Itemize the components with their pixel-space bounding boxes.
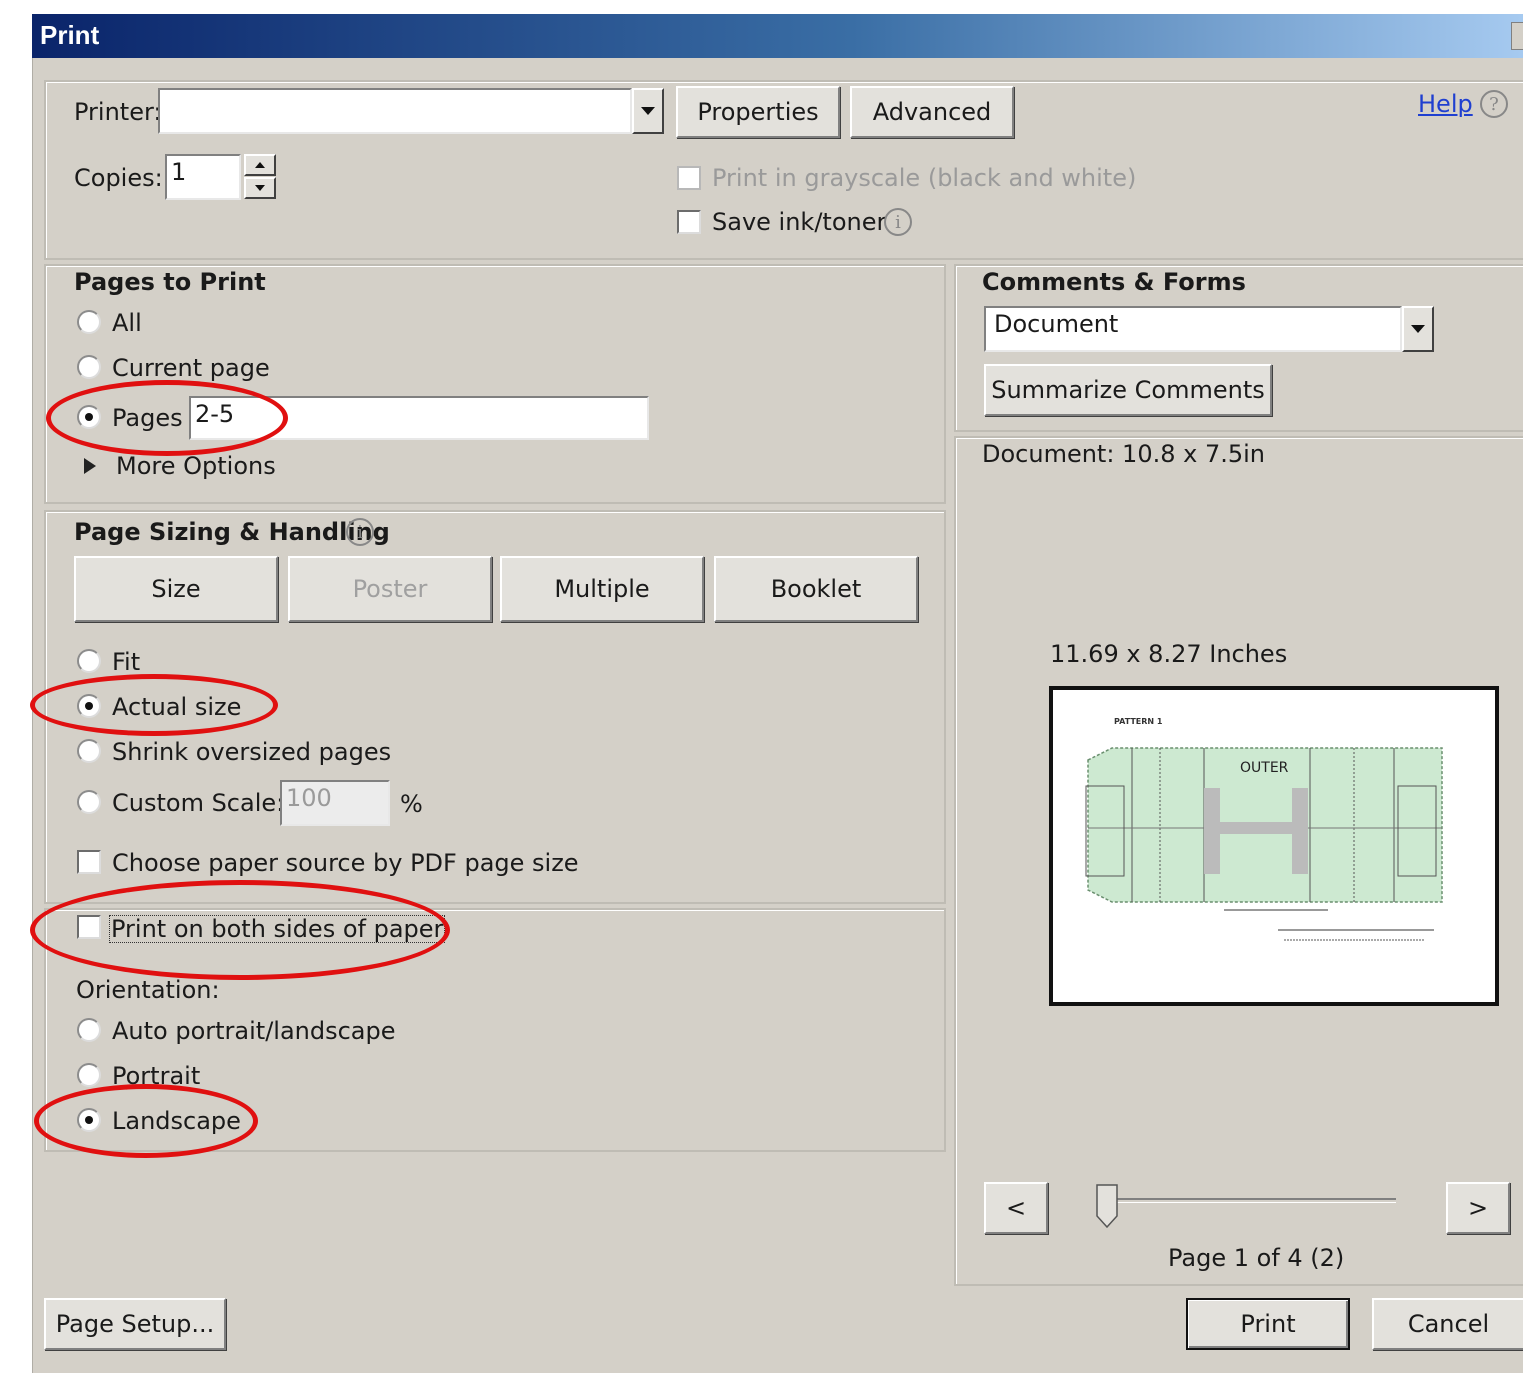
radio-all-label: All [112,309,142,337]
help-link[interactable]: Help [1418,92,1473,116]
chevron-up-icon [255,162,265,168]
advanced-button[interactable]: Advanced [850,86,1014,138]
radio-shrink[interactable] [77,739,101,763]
dialog-title: Print [40,20,100,50]
copies-down-button[interactable] [244,177,276,199]
paper-size-label: 11.69 x 8.27 Inches [1050,640,1288,668]
radio-portrait[interactable] [77,1063,101,1087]
grayscale-label: Print in grayscale (black and white) [712,164,1137,192]
cancel-button[interactable]: Cancel [1372,1298,1523,1350]
chevron-down-icon [641,106,655,115]
comments-select[interactable]: Document [984,306,1402,352]
properties-button[interactable]: Properties [676,86,840,138]
info-icon[interactable]: i [346,518,374,546]
chevron-down-icon [1411,324,1425,333]
copies-up-button[interactable] [244,154,276,176]
radio-all[interactable] [77,310,101,334]
page-setup-button[interactable]: Page Setup... [44,1298,226,1350]
printer-select[interactable] [158,88,632,134]
print-button[interactable]: Print [1186,1298,1350,1350]
percent-label: % [400,790,423,818]
save-ink-checkbox[interactable] [677,210,701,234]
chevron-down-icon [255,185,265,191]
printer-label: Printer: [74,98,162,126]
printer-dropdown-button[interactable] [632,88,664,134]
tab-poster[interactable]: Poster [288,556,492,622]
comments-heading: Comments & Forms [982,268,1246,296]
next-page-button[interactable]: > [1446,1182,1510,1234]
copies-input[interactable]: 1 [165,154,241,200]
title-bar [32,14,1523,58]
tab-multiple[interactable]: Multiple [500,556,704,622]
custom-scale-input[interactable]: 100 [280,780,390,826]
tab-size[interactable]: Size [74,556,278,622]
radio-fit[interactable] [77,649,101,673]
more-options-toggle[interactable]: More Options [116,454,276,478]
info-icon[interactable]: i [884,208,912,236]
highlight-actual-size [30,674,278,736]
save-ink-label: Save ink/toner [712,208,887,236]
pattern-title: PATTERN 1 [1114,717,1163,726]
radio-current-page-label: Current page [112,354,270,382]
copies-label: Copies: [74,164,163,192]
help-icon[interactable]: ? [1480,90,1508,118]
pattern-thumbnail: PATTERN 1 OUTER [1085,717,1443,941]
paper-source-checkbox[interactable] [77,850,101,874]
radio-custom-scale[interactable] [77,790,101,814]
grayscale-checkbox[interactable] [677,166,701,190]
previous-page-button[interactable]: < [984,1182,1048,1234]
page-slider-thumb[interactable] [1096,1184,1118,1228]
highlight-duplex [30,880,450,980]
expand-triangle-icon[interactable] [84,458,98,474]
highlight-pages-range [46,380,288,456]
document-size-label: Document: 10.8 x 7.5in [982,440,1265,468]
comments-dropdown-button[interactable] [1402,306,1434,352]
outer-label: OUTER [1240,760,1289,776]
page-status: Page 1 of 4 (2) [1168,1244,1345,1272]
pages-to-print-heading: Pages to Print [74,268,266,296]
radio-fit-label: Fit [112,648,141,676]
radio-auto-orientation-label: Auto portrait/landscape [112,1017,396,1045]
radio-auto-orientation[interactable] [77,1018,101,1042]
page-sizing-heading: Page Sizing & Handling [74,518,390,546]
radio-current-page[interactable] [77,355,101,379]
orientation-heading: Orientation: [76,976,220,1004]
close-button[interactable] [1511,22,1523,50]
page-slider-track[interactable] [1104,1198,1396,1203]
paper-source-label: Choose paper source by PDF page size [112,849,579,877]
summarize-comments-button[interactable]: Summarize Comments [984,364,1272,416]
highlight-landscape [34,1084,258,1158]
tab-booklet[interactable]: Booklet [714,556,918,622]
radio-custom-scale-label: Custom Scale: [112,789,285,817]
radio-shrink-label: Shrink oversized pages [112,738,392,766]
